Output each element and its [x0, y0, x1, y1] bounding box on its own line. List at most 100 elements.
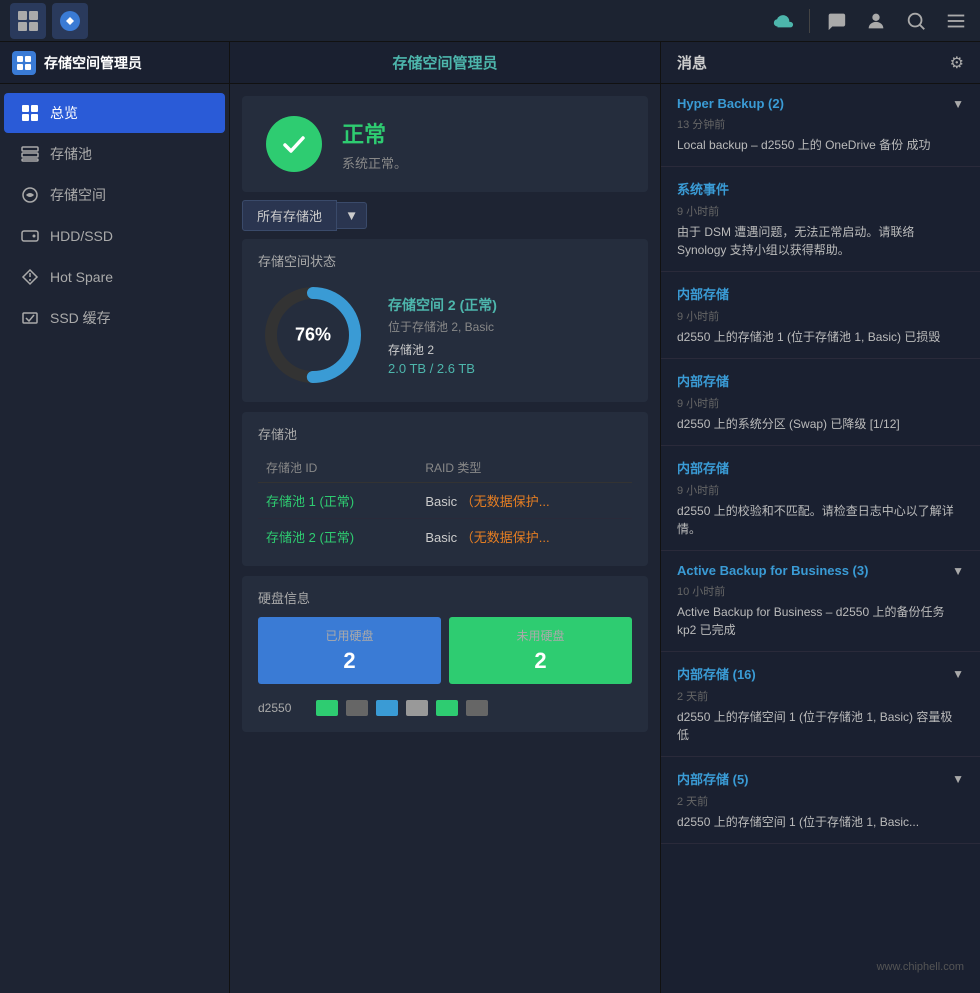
activebackup-text: Active Backup for Business – d2550 上的备份任… [677, 603, 964, 639]
message-group-internal1: 内部存储 9 小时前 d2550 上的存储池 1 (位于存储池 1, Basic… [661, 272, 980, 359]
storage-app-button[interactable] [52, 3, 88, 39]
message-group-internal3: 内部存储 9 小时前 d2550 上的校验和不匹配。请检查日志中心以了解详情。 [661, 446, 980, 551]
pool-row1-id: 存储池 1 (正常) [258, 483, 417, 519]
right-panel: 消息 ⚙ Hyper Backup (2) ▼ 13 分钟前 Local bac… [660, 42, 980, 993]
pool-label: 存储池 [50, 144, 92, 164]
internal1-header[interactable]: 内部存储 [677, 284, 964, 303]
sidebar-item-space[interactable]: 存储空间 [4, 175, 225, 215]
internal5-chevron: ▼ [952, 772, 964, 786]
internal3-header[interactable]: 内部存储 [677, 458, 964, 477]
storage-status-section: 存储空间状态 76% 存储空间 2 (正常) 位于存储池 2, Basic 存储… [242, 239, 648, 402]
pool-icon [20, 144, 40, 164]
hyperbackup-title: Hyper Backup (2) [677, 96, 784, 111]
message-group-hyperbackup-header[interactable]: Hyper Backup (2) ▼ [677, 96, 964, 111]
pool-row1-raid: Basic （无数据保护... [417, 483, 632, 519]
sidebar-title: 存储空间管理员 [44, 53, 142, 73]
table-row[interactable]: 存储池 1 (正常) Basic （无数据保护... [258, 483, 632, 519]
hdd-icon [20, 226, 40, 246]
unused-disk-bar: 未用硬盘 2 [449, 617, 632, 684]
apps-button[interactable] [10, 3, 46, 39]
cloud-icon[interactable] [769, 7, 797, 35]
ssdcache-icon [20, 308, 40, 328]
gear-button[interactable]: ⚙ [950, 53, 964, 73]
pool-select-button[interactable]: 所有存储池 [242, 200, 337, 231]
status-title: 正常 [342, 117, 407, 149]
status-subtitle: 系统正常。 [342, 153, 407, 172]
sidebar-item-hotspare[interactable]: Hot Spare [4, 257, 225, 297]
sidebar-header: 存储空间管理员 [0, 42, 229, 84]
sidebar-item-pool[interactable]: 存储池 [4, 134, 225, 174]
col-pool-id: 存储池 ID [258, 453, 417, 483]
hyperbackup-time: 13 分钟前 [677, 116, 964, 132]
pool-row2-id: 存储池 2 (正常) [258, 519, 417, 555]
activebackup-header[interactable]: Active Backup for Business (3) ▼ [677, 563, 964, 578]
internal16-title: 内部存储 (16) [677, 664, 756, 683]
sysevent-title: 系统事件 [677, 179, 729, 198]
internal16-time: 2 天前 [677, 688, 964, 704]
space-label: 存储空间 [50, 185, 106, 205]
sidebar-nav: 总览 存储池 存储空间 [0, 84, 229, 993]
pool-selector: 所有存储池 ▼ [242, 200, 648, 231]
overview-label: 总览 [50, 103, 78, 123]
internal1-title: 内部存储 [677, 284, 729, 303]
user-icon[interactable] [862, 7, 890, 35]
pool-row2-raid: Basic （无数据保护... [417, 519, 632, 555]
message-group-hyperbackup: Hyper Backup (2) ▼ 13 分钟前 Local backup –… [661, 84, 980, 167]
col-raid-type: RAID 类型 [417, 453, 632, 483]
disk-slot-5 [436, 700, 458, 716]
chat-icon[interactable] [822, 7, 850, 35]
sidebar-item-hdd[interactable]: HDD/SSD [4, 216, 225, 256]
table-row[interactable]: 存储池 2 (正常) Basic （无数据保护... [258, 519, 632, 555]
disk-info-title: 硬盘信息 [258, 588, 632, 607]
storage-info: 存储空间 2 (正常) 位于存储池 2, Basic 存储池 2 2.0 TB … [388, 295, 632, 376]
internal5-title: 内部存储 (5) [677, 769, 749, 788]
disk-slot-1 [316, 700, 338, 716]
unused-disk-label: 未用硬盘 [461, 627, 620, 644]
activebackup-time: 10 小时前 [677, 583, 964, 599]
internal5-header[interactable]: 内部存储 (5) ▼ [677, 769, 964, 788]
activebackup-title: Active Backup for Business (3) [677, 563, 868, 578]
space-icon [20, 185, 40, 205]
used-disk-bar: 已用硬盘 2 [258, 617, 441, 684]
sidebar-item-ssdcache[interactable]: SSD 缓存 [4, 298, 225, 338]
internal2-header[interactable]: 内部存储 [677, 371, 964, 390]
internal3-time: 9 小时前 [677, 482, 964, 498]
internal1-text: d2550 上的存储池 1 (位于存储池 1, Basic) 已损毁 [677, 328, 964, 346]
sysevent-time: 9 小时前 [677, 203, 964, 219]
unused-disk-count: 2 [461, 648, 620, 674]
internal16-header[interactable]: 内部存储 (16) ▼ [677, 664, 964, 683]
sidebar-logo [12, 51, 36, 75]
pool-dropdown-button[interactable]: ▼ [337, 202, 367, 229]
taskbar-right-icons [769, 7, 970, 35]
internal2-title: 内部存储 [677, 371, 729, 390]
used-disk-count: 2 [270, 648, 429, 674]
search-icon[interactable] [902, 7, 930, 35]
pool-table: 存储池 ID RAID 类型 存储池 1 (正常) Basic （无数据保护..… [258, 453, 632, 554]
hyperbackup-text: Local backup – d2550 上的 OneDrive 备份 成功 [677, 136, 964, 154]
content-area: 存储空间管理员 正常 系统正常。 所有存储池 ▼ 存储空间状态 [230, 42, 660, 993]
internal5-text: d2550 上的存储空间 1 (位于存储池 1, Basic... [677, 813, 964, 831]
hotspare-icon [20, 267, 40, 287]
internal2-time: 9 小时前 [677, 395, 964, 411]
internal2-text: d2550 上的系统分区 (Swap) 已降级 [1/12] [677, 415, 964, 433]
sidebar: 存储空间管理员 总览 [0, 42, 230, 993]
sysevent-header[interactable]: 系统事件 [677, 179, 964, 198]
message-group-internal2: 内部存储 9 小时前 d2550 上的系统分区 (Swap) 已降级 [1/12… [661, 359, 980, 446]
disk-slot-4 [406, 700, 428, 716]
sidebar-item-overview[interactable]: 总览 [4, 93, 225, 133]
overview-icon [20, 103, 40, 123]
internal3-text: d2550 上的校验和不匹配。请检查日志中心以了解详情。 [677, 502, 964, 538]
disk-info-section: 硬盘信息 已用硬盘 2 未用硬盘 2 d2550 [242, 576, 648, 732]
internal5-time: 2 天前 [677, 793, 964, 809]
disk-slot-6 [466, 700, 488, 716]
menu-icon[interactable] [942, 7, 970, 35]
taskbar [0, 0, 980, 42]
storage-location: 位于存储池 2, Basic [388, 318, 632, 335]
main-container: 存储空间管理员 总览 [0, 42, 980, 993]
message-group-internal16: 内部存储 (16) ▼ 2 天前 d2550 上的存储空间 1 (位于存储池 1… [661, 652, 980, 757]
storage-status-content: 76% 存储空间 2 (正常) 位于存储池 2, Basic 存储池 2 2.0… [258, 280, 632, 390]
message-group-sysevent: 系统事件 9 小时前 由于 DSM 遭遇问题，无法正常启动。请联络 Synolo… [661, 167, 980, 272]
message-group-activebackup: Active Backup for Business (3) ▼ 10 小时前 … [661, 551, 980, 652]
activebackup-chevron: ▼ [952, 564, 964, 578]
divider [809, 9, 810, 33]
